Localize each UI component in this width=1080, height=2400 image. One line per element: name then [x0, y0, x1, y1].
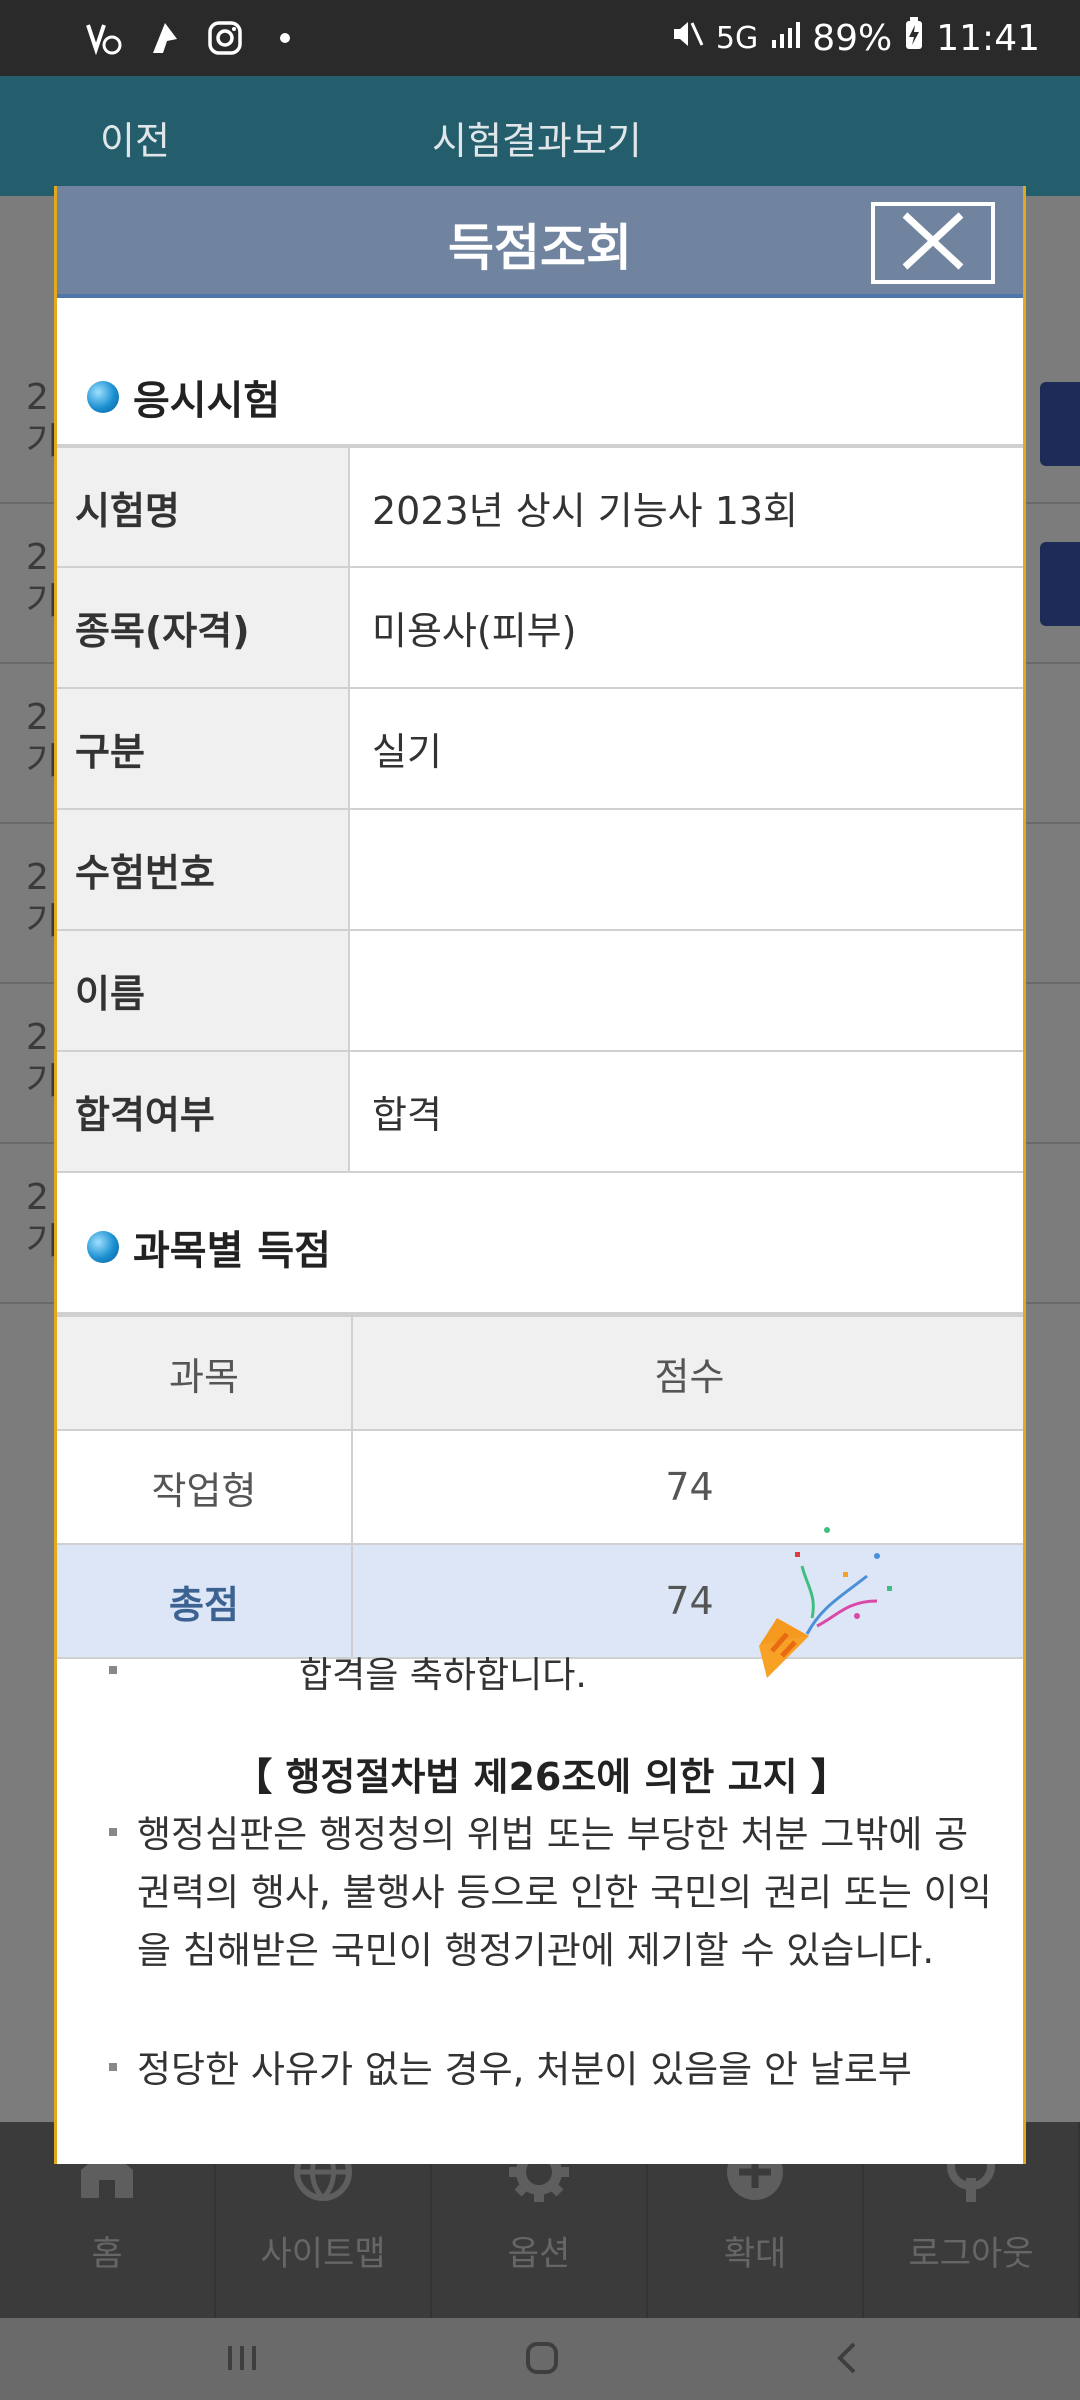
name-label: 이름	[57, 929, 350, 1052]
recent-apps-button[interactable]	[212, 2330, 272, 2386]
back-button[interactable]	[816, 2330, 876, 2386]
subject-cell: 작업형	[57, 1429, 353, 1545]
bullet-icon	[109, 1666, 117, 1674]
name-value	[349, 929, 1023, 1052]
nav-label: 사이트맵	[260, 2234, 386, 2274]
table-row: 구분 실기	[57, 687, 1023, 810]
mute-icon	[670, 17, 704, 60]
list-item-button	[1040, 382, 1080, 466]
category-label: 구분	[57, 687, 350, 810]
nav-label: 확대	[723, 2234, 787, 2274]
congrats-text: 합격을 축하합니다.	[299, 1655, 587, 1696]
instagram-icon	[206, 19, 244, 57]
bullet-icon	[109, 1828, 117, 1836]
party-popper-icon	[759, 1527, 892, 1678]
pass-status-value: 합격	[349, 1050, 1023, 1173]
close-icon	[893, 209, 973, 277]
exam-number-label: 수험번호	[57, 808, 350, 931]
more-notifications-dot-icon	[266, 19, 304, 57]
section-title-text: 응시시험	[133, 378, 281, 424]
network-type-label: 5G	[715, 20, 759, 56]
notice-paragraph: 정당한 사유가 없는 경우, 처분이 있음을 안 날로부	[109, 2041, 999, 2099]
bullet-icon	[109, 2063, 117, 2071]
pass-status-label: 합격여부	[57, 1050, 350, 1173]
exam-name-label: 시험명	[57, 444, 350, 568]
score-dialog: 득점조회 응시시험 시험명 2023년 상시 기능사 13회 종목(자격) 미용…	[54, 186, 1026, 2164]
law-notice-title: 【 행정절차법 제26조에 의한 고지 】	[234, 1755, 849, 1799]
table-header-row: 과목 점수	[57, 1312, 1023, 1431]
category-value: 실기	[349, 687, 1023, 810]
table-row: 시험명 2023년 상시 기능사 13회	[57, 444, 1023, 568]
dialog-header: 득점조회	[57, 186, 1023, 298]
section-title-scores: 과목별 득점	[87, 1218, 331, 1276]
exam-name-value: 2023년 상시 기능사 13회	[349, 444, 1023, 568]
signal-icon	[770, 18, 801, 59]
nav-label: 옵션	[507, 2234, 571, 2274]
table-row: 수험번호	[57, 808, 1023, 931]
section-title-text: 과목별 득점	[133, 1228, 331, 1274]
table-row: 합격여부 합격	[57, 1050, 1023, 1173]
voicemail-icon	[86, 19, 124, 57]
total-label: 총점	[57, 1543, 353, 1659]
status-bar: 5G 89% 11:41	[0, 0, 1080, 76]
qualification-label: 종목(자격)	[57, 566, 350, 689]
home-button[interactable]	[512, 2330, 572, 2386]
bullet-dot-icon	[87, 1231, 119, 1263]
nav-label: 로그아웃	[908, 2234, 1034, 2274]
app-notification-icon	[146, 19, 184, 57]
nav-label: 홈	[91, 2234, 123, 2274]
clock: 11:41	[936, 17, 1040, 59]
bullet-dot-icon	[87, 381, 119, 413]
notification-icons	[86, 18, 304, 58]
battery-percent: 89%	[812, 17, 893, 59]
page-title: 시험결과보기	[432, 119, 642, 163]
score-header: 점수	[352, 1312, 1023, 1431]
close-button[interactable]	[871, 202, 995, 284]
battery-charging-icon	[904, 16, 924, 60]
list-item-button	[1040, 542, 1080, 626]
notice-paragraph-text: 행정심판은 행정청의 위법 또는 부당한 처분 그밖에 공권력의 행사, 불행사…	[137, 1813, 992, 1972]
table-row: 종목(자격) 미용사(피부)	[57, 566, 1023, 689]
exam-number-value	[349, 808, 1023, 931]
table-row: 이름	[57, 929, 1023, 1052]
system-status: 5G 89% 11:41	[670, 16, 1040, 60]
back-link[interactable]: 이전	[100, 110, 170, 165]
notice-paragraph: 행정심판은 행정청의 위법 또는 부당한 처분 그밖에 공권력의 행사, 불행사…	[109, 1806, 999, 1980]
subject-header: 과목	[57, 1312, 353, 1431]
exam-info-table: 시험명 2023년 상시 기능사 13회 종목(자격) 미용사(피부) 구분 실…	[57, 444, 1023, 1173]
app-header: 이전 시험결과보기	[0, 76, 1080, 196]
system-nav-bar	[0, 2318, 1080, 2400]
section-title-exam: 응시시험	[87, 368, 280, 426]
notice-paragraph-text: 정당한 사유가 없는 경우, 처분이 있음을 안 날로부	[137, 2048, 912, 2091]
qualification-value: 미용사(피부)	[349, 566, 1023, 689]
